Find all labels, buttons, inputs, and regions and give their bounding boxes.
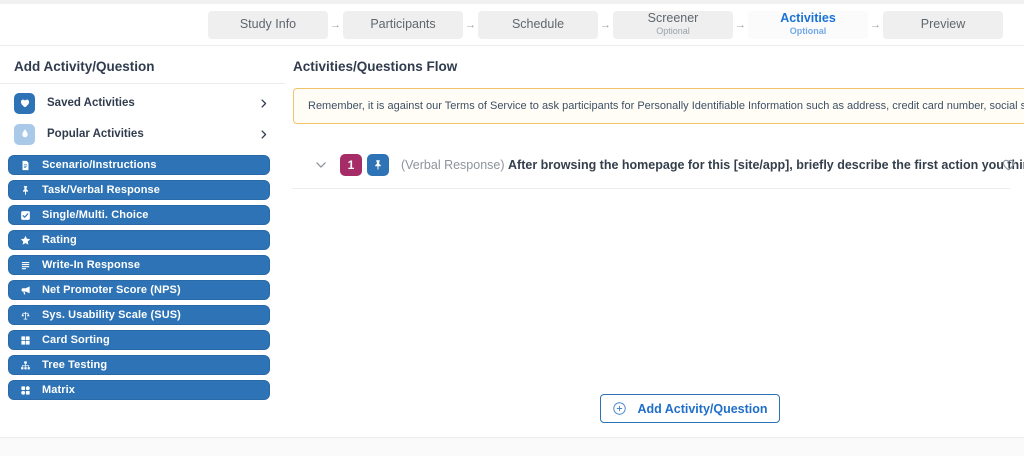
footer-strip bbox=[0, 437, 1024, 456]
step-preview[interactable]: Preview bbox=[883, 11, 1003, 39]
flame-icon bbox=[19, 128, 31, 140]
chevron-right-icon bbox=[258, 129, 269, 140]
step-label: Activities bbox=[780, 12, 836, 26]
activity-type-single-multi-choice[interactable]: Single/Multi. Choice bbox=[8, 205, 270, 225]
sidebar-item-popular-activities[interactable]: Popular Activities bbox=[0, 122, 285, 146]
step-screener[interactable]: Screener Optional bbox=[613, 11, 733, 39]
activity-type-label: (Verbal Response) bbox=[401, 158, 508, 172]
chevron-down-icon[interactable] bbox=[314, 158, 328, 172]
step-participants[interactable]: Participants bbox=[343, 11, 463, 39]
activity-type-nps[interactable]: Net Promoter Score (NPS) bbox=[8, 280, 270, 300]
activity-type-sus[interactable]: Sys. Usability Scale (SUS) bbox=[8, 305, 270, 325]
step-study-info[interactable]: Study Info bbox=[208, 11, 328, 39]
pushpin-icon bbox=[372, 159, 384, 171]
pin-badge[interactable] bbox=[367, 154, 389, 176]
sidebar-item-label: Saved Activities bbox=[47, 97, 258, 109]
tos-warning-banner: Remember, it is against our Terms of Ser… bbox=[293, 88, 1024, 124]
sidebar-item-label: Popular Activities bbox=[47, 128, 258, 140]
step-label: Preview bbox=[921, 18, 965, 32]
add-activity-question-button[interactable]: Add Activity/Question bbox=[600, 394, 780, 423]
activities-flow-panel: Activities/Questions Flow Remember, it i… bbox=[292, 46, 1024, 438]
matrix-icon bbox=[20, 385, 31, 396]
add-activity-sidebar: Add Activity/Question Saved Activities P… bbox=[0, 46, 285, 438]
step-label: Screener bbox=[648, 12, 699, 26]
arrow-right-icon: → bbox=[733, 19, 748, 31]
grid-icon bbox=[20, 335, 31, 346]
step-schedule[interactable]: Schedule bbox=[478, 11, 598, 39]
activity-type-card-sorting[interactable]: Card Sorting bbox=[8, 330, 270, 350]
star-icon bbox=[20, 235, 31, 246]
study-stepper: Study Info → Participants → Schedule → S… bbox=[0, 4, 1024, 46]
megaphone-icon bbox=[20, 285, 31, 296]
step-sublabel: Optional bbox=[790, 27, 827, 37]
sidebar-item-saved-activities[interactable]: Saved Activities bbox=[0, 91, 285, 115]
arrow-right-icon: → bbox=[328, 19, 343, 31]
activity-index-badge: 1 bbox=[340, 154, 362, 176]
activity-type-tree-testing[interactable]: Tree Testing bbox=[8, 355, 270, 375]
arrow-right-icon: → bbox=[598, 19, 613, 31]
scale-icon bbox=[20, 310, 31, 321]
activity-type-write-in-response[interactable]: Write-In Response bbox=[8, 255, 270, 275]
activity-type-list: Scenario/Instructions Task/Verbal Respon… bbox=[0, 155, 285, 400]
activity-divider bbox=[292, 188, 1010, 189]
activity-type-task-verbal-response[interactable]: Task/Verbal Response bbox=[8, 180, 270, 200]
step-activities[interactable]: Activities Optional bbox=[748, 11, 868, 39]
activity-row[interactable]: 1 (Verbal Response) After browsing the h… bbox=[292, 150, 1024, 180]
step-sublabel: Optional bbox=[656, 27, 690, 37]
tos-warning-text: Remember, it is against our Terms of Ser… bbox=[308, 100, 1024, 112]
heart-outline-icon[interactable] bbox=[1001, 157, 1016, 172]
chevron-right-icon bbox=[258, 98, 269, 109]
sidebar-title: Add Activity/Question bbox=[14, 59, 271, 74]
activity-question-text: After browsing the homepage for this [si… bbox=[508, 158, 1024, 172]
page-title: Activities/Questions Flow bbox=[293, 59, 457, 74]
sidebar-header: Add Activity/Question bbox=[0, 46, 285, 84]
tree-icon bbox=[20, 360, 31, 371]
document-icon bbox=[20, 160, 31, 171]
heart-icon bbox=[19, 97, 31, 109]
step-label: Study Info bbox=[240, 18, 296, 32]
pushpin-icon bbox=[20, 185, 31, 196]
arrow-right-icon: → bbox=[463, 19, 478, 31]
activity-summary[interactable]: (Verbal Response) After browsing the hom… bbox=[401, 158, 1024, 172]
activity-type-matrix[interactable]: Matrix bbox=[8, 380, 270, 400]
step-label: Schedule bbox=[512, 18, 564, 32]
plus-circle-icon bbox=[612, 401, 627, 416]
activity-type-scenario-instructions[interactable]: Scenario/Instructions bbox=[8, 155, 270, 175]
activity-type-rating[interactable]: Rating bbox=[8, 230, 270, 250]
arrow-right-icon: → bbox=[868, 19, 883, 31]
step-label: Participants bbox=[370, 18, 435, 32]
text-lines-icon bbox=[20, 260, 31, 271]
checkbox-icon bbox=[20, 210, 31, 221]
